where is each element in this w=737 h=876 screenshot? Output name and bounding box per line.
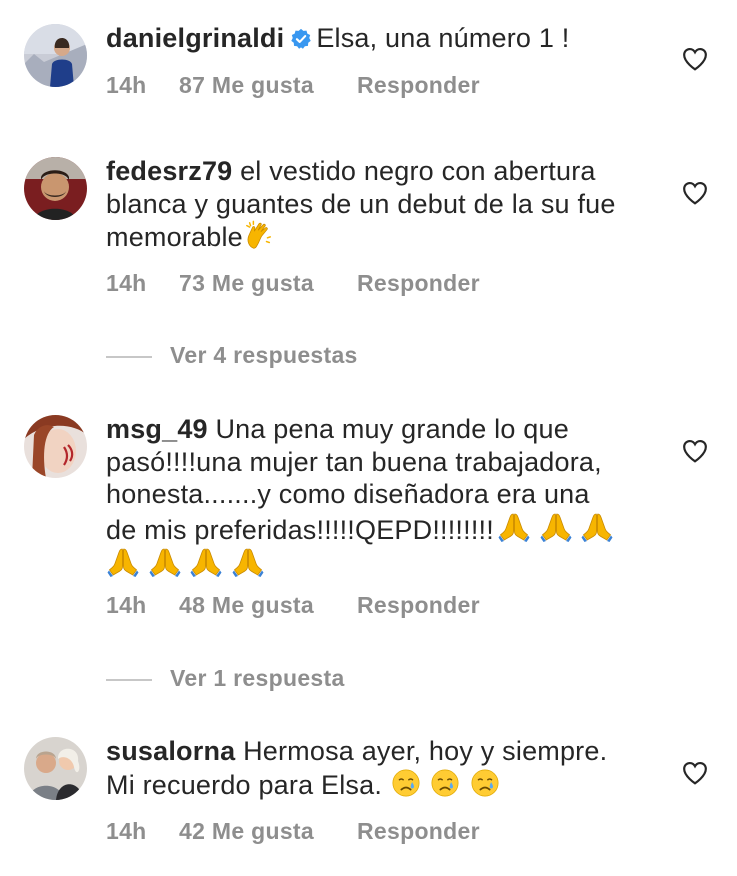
folded-hands-icon: [232, 546, 264, 578]
comment-likes[interactable]: 73 Me gusta: [179, 270, 357, 297]
folded-hands-icon: [540, 511, 572, 543]
like-heart-icon[interactable]: [682, 761, 708, 785]
crying-face-icon: [430, 768, 460, 798]
reply-button[interactable]: Responder: [357, 818, 480, 845]
avatar[interactable]: [24, 24, 87, 87]
comment-body: Hermosa ayer, hoy y siempre.: [243, 736, 608, 766]
comment-body: Una pena muy grande lo que: [215, 414, 569, 444]
comment-text: msg_49 Una pena muy grande lo que pasó!!…: [106, 413, 666, 582]
folded-hands-icon: [581, 511, 613, 543]
comment-body: de mis preferidas!!!!!QEPD!!!!!!!!: [106, 514, 494, 545]
reply-button[interactable]: Responder: [357, 592, 480, 619]
folded-hands-icon: [149, 546, 181, 578]
crying-face-icon: [391, 768, 421, 798]
like-heart-icon[interactable]: [682, 47, 708, 71]
divider-line: [106, 355, 152, 358]
avatar[interactable]: [24, 415, 87, 478]
comment-time[interactable]: 14h: [106, 270, 179, 297]
avatar[interactable]: [24, 157, 87, 220]
comment-text: susalorna Hermosa ayer, hoy y siempre. M…: [106, 735, 666, 801]
avatar[interactable]: [24, 737, 87, 800]
comment-meta: 14h 87 Me gusta Responder: [106, 72, 480, 99]
like-heart-icon[interactable]: [682, 181, 708, 205]
comment-line: honesta.......y como diseñadora era una: [106, 479, 590, 509]
folded-hands-icon: [498, 511, 530, 543]
view-replies-label: Ver 4 respuestas: [170, 342, 358, 368]
comment-line: pasó!!!!una mujer tan buena trabajadora,: [106, 446, 602, 477]
comment-meta: 14h 73 Me gusta Responder: [106, 270, 480, 297]
comment-username[interactable]: msg_49: [106, 414, 208, 444]
divider-line: [106, 678, 152, 681]
view-replies-button[interactable]: Ver 1 respuesta: [106, 665, 345, 692]
comment-likes[interactable]: 87 Me gusta: [179, 72, 357, 99]
comment-time[interactable]: 14h: [106, 72, 179, 99]
comment-likes[interactable]: 48 Me gusta: [179, 592, 357, 619]
verified-badge-icon: [290, 28, 312, 50]
comment-line: de mis preferidas!!!!!QEPD!!!!!!!!: [106, 511, 666, 547]
comment-line: Mi recuerdo para Elsa.: [106, 768, 666, 802]
comment-line: susalorna Hermosa ayer, hoy y siempre.: [106, 735, 666, 768]
comment-username[interactable]: fedesrz79: [106, 156, 232, 186]
comment-likes[interactable]: 42 Me gusta: [179, 818, 357, 845]
comment-body: Mi recuerdo para Elsa.: [106, 769, 383, 800]
clapping-hands-icon: [244, 220, 274, 250]
view-replies-button[interactable]: Ver 4 respuestas: [106, 342, 358, 369]
comment-text: danielgrinaldi Elsa, una número 1 !: [106, 22, 666, 55]
folded-hands-icon: [190, 546, 222, 578]
comment-meta: 14h 48 Me gusta Responder: [106, 592, 480, 619]
crying-face-icon: [470, 768, 500, 798]
comment-username[interactable]: susalorna: [106, 736, 235, 766]
like-heart-icon[interactable]: [682, 439, 708, 463]
comment-line: msg_49 Una pena muy grande lo que: [106, 413, 666, 446]
comment-body: Elsa, una número 1 !: [316, 23, 570, 53]
reply-button[interactable]: Responder: [357, 270, 480, 297]
view-replies-label: Ver 1 respuesta: [170, 665, 345, 691]
comment-time[interactable]: 14h: [106, 818, 179, 845]
reply-button[interactable]: Responder: [357, 72, 480, 99]
comment-text: fedesrz79 el vestido negro con abertura …: [106, 155, 666, 254]
comment-line: [106, 546, 666, 582]
comment-time[interactable]: 14h: [106, 592, 179, 619]
comment-meta: 14h 42 Me gusta Responder: [106, 818, 480, 845]
comment-username[interactable]: danielgrinaldi: [106, 23, 284, 53]
folded-hands-icon: [107, 546, 139, 578]
